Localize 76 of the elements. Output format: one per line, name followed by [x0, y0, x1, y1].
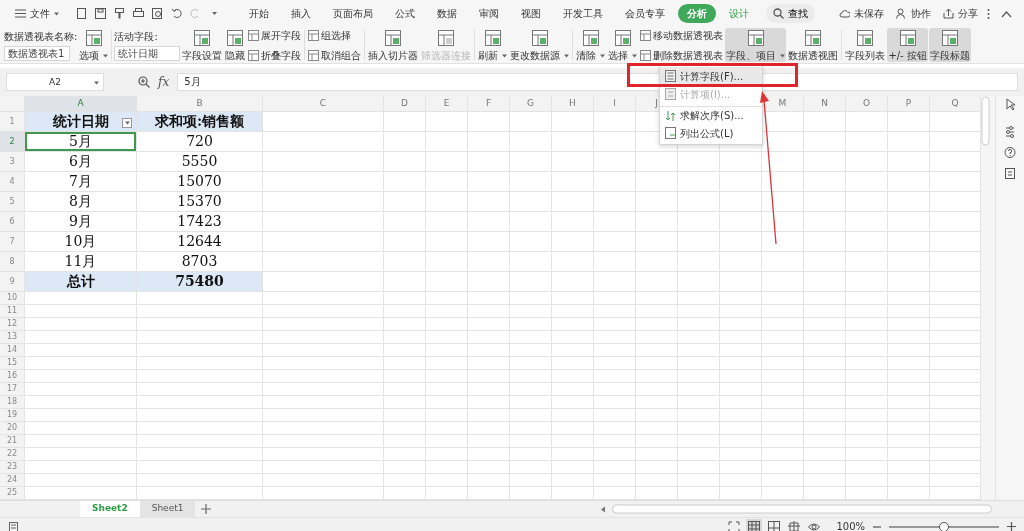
zoom-level[interactable]: 100%: [836, 519, 865, 531]
column-header[interactable]: I: [594, 96, 635, 111]
field-label: 数据透视表名称:: [4, 30, 78, 44]
column-header[interactable]: N: [804, 96, 845, 111]
column-header[interactable]: B: [137, 96, 262, 111]
table-header: 统计日期: [52, 113, 109, 129]
menu-tab[interactable]: 视图: [512, 4, 550, 23]
search-button[interactable]: 查找: [766, 4, 815, 23]
menu-tab[interactable]: 开发工具: [554, 4, 612, 23]
file-menu[interactable]: 文件: [6, 4, 68, 23]
ribbon-button[interactable]: 数据透视图: [787, 28, 840, 62]
column-header[interactable]: P: [888, 96, 929, 111]
field-label: 活动字段:: [114, 30, 159, 44]
table-cell: 8703: [137, 252, 262, 271]
table-cell: 12644: [137, 232, 262, 251]
ribbon-button[interactable]: 删除数据透视表: [639, 47, 725, 63]
name-box[interactable]: A2: [6, 73, 104, 91]
toolbar-action[interactable]: 未保存: [835, 4, 888, 23]
column-header[interactable]: O: [846, 96, 887, 111]
ribbon-button[interactable]: +/- 按钮: [887, 28, 928, 62]
menu-tab[interactable]: 数据: [428, 4, 466, 23]
table-cell: 17423: [137, 212, 262, 231]
table-cell: 总计: [25, 272, 136, 291]
ribbon-button[interactable]: 组选择: [307, 27, 363, 43]
text-field[interactable]: 统计日期: [114, 46, 181, 61]
ribbon-button[interactable]: 字段标题: [928, 28, 971, 62]
table-cell: 5550: [137, 152, 262, 171]
table-cell[interactable]: 11月: [25, 252, 136, 271]
column-header[interactable]: H: [552, 96, 593, 111]
column-header[interactable]: Q: [930, 96, 980, 111]
menu-item[interactable]: 计算字段(F)...: [660, 67, 762, 85]
table-cell[interactable]: 6月: [25, 152, 136, 171]
ribbon-button[interactable]: 插入切片器: [367, 28, 420, 62]
menu-tab[interactable]: 开始: [240, 4, 278, 23]
menu-item[interactable]: 列出公式(L): [660, 124, 762, 142]
toolbar-action[interactable]: 协作: [892, 4, 935, 23]
table-header: 求和项:销售额: [154, 113, 245, 129]
table-cell[interactable]: 9月: [25, 212, 136, 231]
function-label[interactable]: fx: [158, 73, 170, 91]
ribbon-button[interactable]: 选择: [607, 28, 639, 62]
column-header[interactable]: E: [426, 96, 467, 111]
ribbon-button[interactable]: 刷新: [477, 28, 509, 62]
table-cell[interactable]: 7月: [25, 172, 136, 191]
column-header[interactable]: F: [468, 96, 509, 111]
ribbon-button[interactable]: 展开字段: [247, 27, 303, 43]
table-cell: 75480: [137, 272, 262, 291]
ribbon-button[interactable]: 取消组合: [307, 47, 363, 63]
ribbon-button[interactable]: 选项: [78, 28, 110, 62]
menu-item[interactable]: 求解次序(S)...: [660, 106, 762, 124]
column-header[interactable]: A: [25, 96, 136, 111]
toolbar-action[interactable]: 分享: [939, 4, 982, 23]
ribbon-button[interactable]: 折叠字段: [247, 47, 303, 63]
table-cell[interactable]: 5月: [25, 132, 136, 151]
column-header[interactable]: D: [384, 96, 425, 111]
ribbon-button[interactable]: 隐藏: [224, 28, 247, 62]
menu-tab[interactable]: 审阅: [470, 4, 508, 23]
menu-tab[interactable]: 公式: [386, 4, 424, 23]
column-header[interactable]: C: [263, 96, 383, 111]
row-header[interactable]: 2: [0, 132, 24, 151]
menu-tab[interactable]: 插入: [282, 4, 320, 23]
table-cell: 720: [137, 132, 262, 151]
table-cell[interactable]: 8月: [25, 192, 136, 211]
table-cell: 15370: [137, 192, 262, 211]
text-field[interactable]: 数据透视表1: [4, 46, 70, 61]
ribbon-button[interactable]: 字段设置: [181, 28, 224, 62]
ribbon-button[interactable]: 字段、项目: [725, 28, 787, 62]
menu-tab[interactable]: 页面布局: [324, 4, 382, 23]
menu-tab[interactable]: 会员专享: [616, 4, 674, 23]
ribbon-button[interactable]: 字段列表: [844, 28, 887, 62]
sheet-tab[interactable]: Sheet1: [139, 501, 196, 517]
table-cell[interactable]: 10月: [25, 232, 136, 251]
ribbon-button[interactable]: 清除: [575, 28, 607, 62]
ribbon-button[interactable]: 移动数据透视表: [639, 27, 725, 43]
table-cell: 15070: [137, 172, 262, 191]
column-header[interactable]: G: [510, 96, 551, 111]
ribbon-button[interactable]: 更改数据源: [509, 28, 571, 62]
